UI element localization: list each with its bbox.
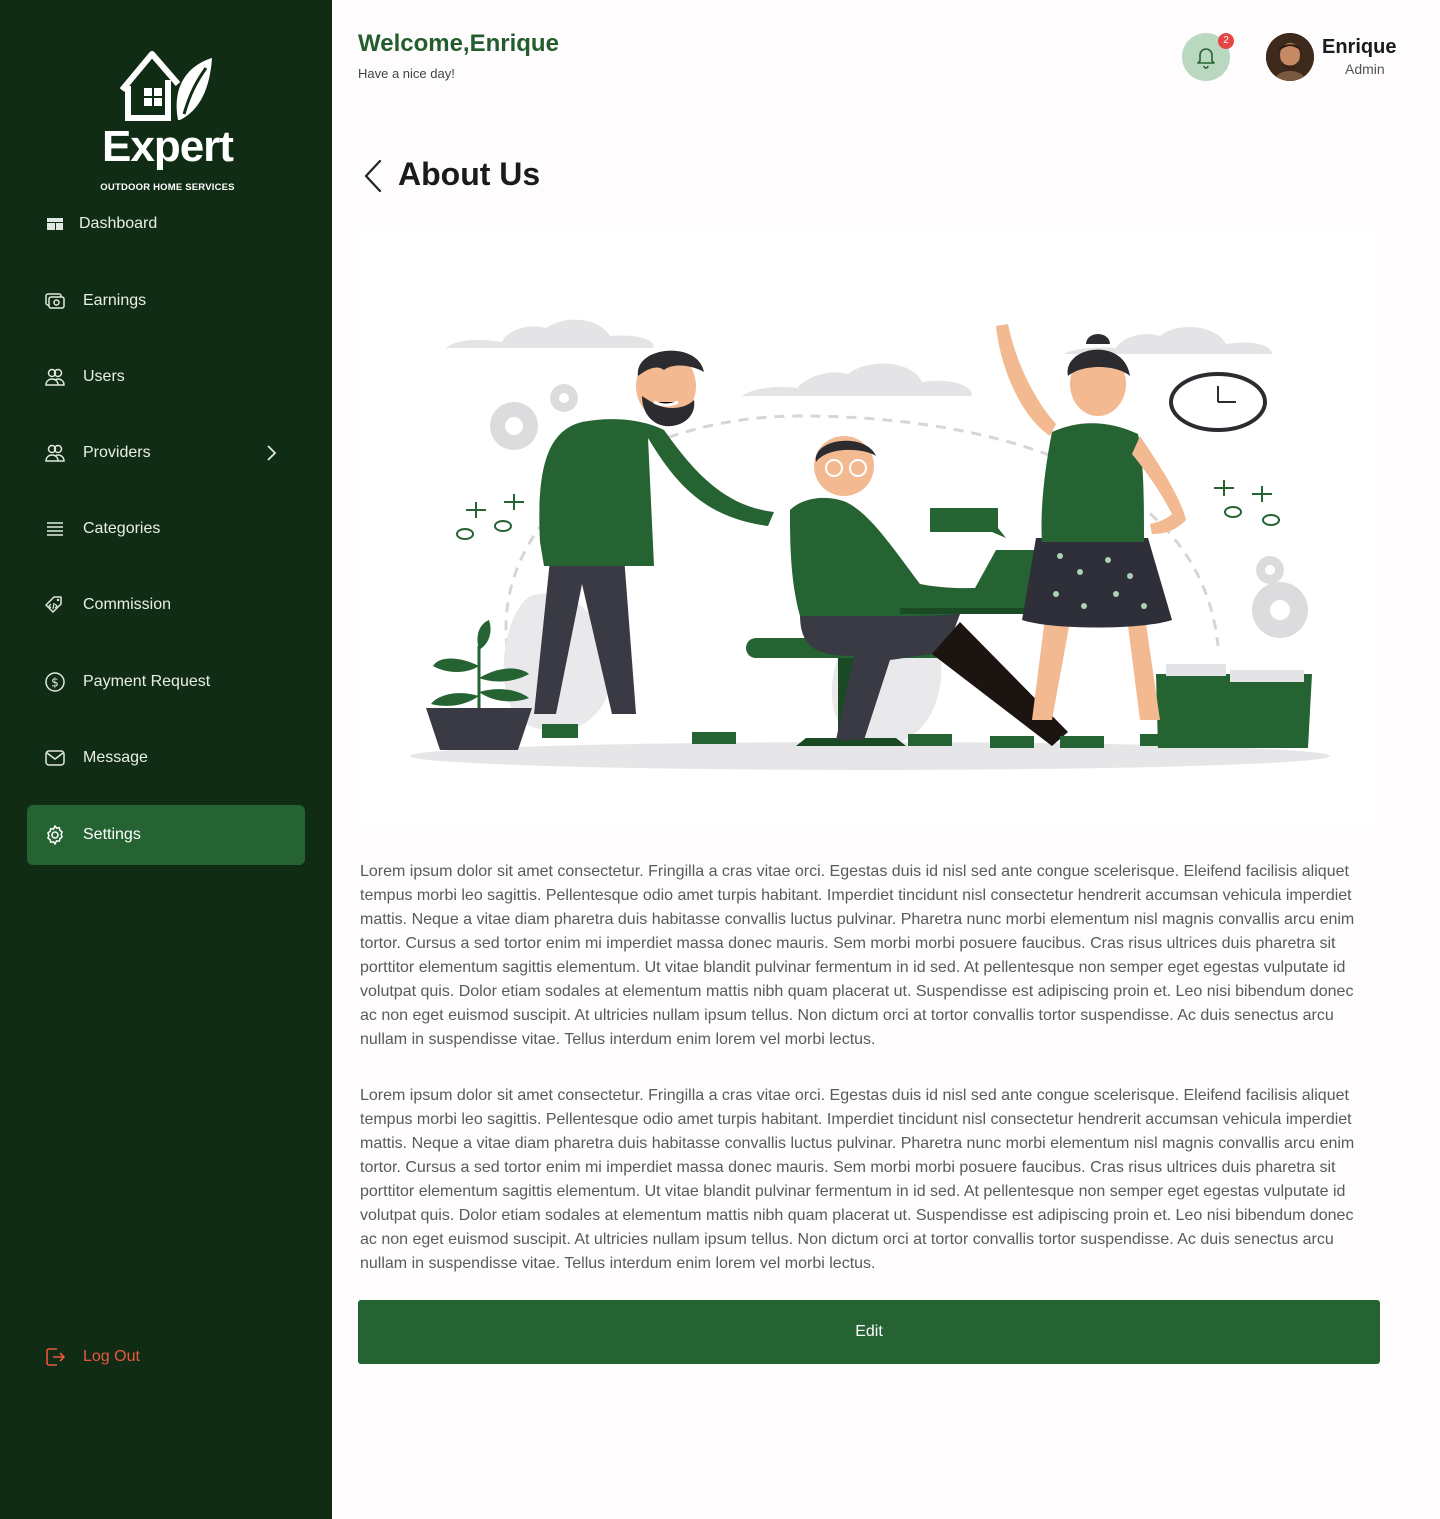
sidebar-item-categories[interactable]: Categories (27, 499, 305, 559)
user-role: Admin (1345, 61, 1385, 77)
page-title: About Us (398, 156, 541, 192)
sidebar-item-message[interactable]: Message (27, 728, 305, 788)
notification-badge: 2 (1218, 33, 1234, 49)
chevron-right-icon (267, 445, 277, 461)
sidebar: Expert OUTDOOR HOME SERVICES Dashboard E… (0, 0, 332, 1519)
sidebar-item-label: Earnings (83, 292, 147, 309)
gear-icon (47, 825, 63, 845)
earnings-icon (45, 293, 65, 309)
welcome-subtitle: Have a nice day! (358, 66, 455, 81)
logout-button[interactable]: Log Out (27, 1327, 305, 1387)
edit-button[interactable]: Edit (358, 1300, 1380, 1364)
sidebar-item-label: Providers (83, 444, 151, 461)
bell-icon (1197, 48, 1215, 69)
user-name: Enrique (1322, 36, 1397, 58)
sidebar-item-label: Categories (83, 520, 161, 537)
sidebar-item-label: Users (83, 368, 125, 385)
sidebar-item-users[interactable]: Users (27, 347, 305, 407)
dollar-circle-icon: $ (45, 672, 65, 692)
sidebar-item-payment-request[interactable]: $ Payment Request (27, 652, 305, 712)
sidebar-item-settings[interactable]: Settings (27, 805, 305, 865)
sidebar-item-label: Dashboard (79, 215, 158, 232)
brand-tagline: OUTDOOR HOME SERVICES (100, 182, 235, 193)
commission-icon (45, 596, 62, 613)
avatar[interactable] (1266, 33, 1314, 81)
brand-name: Expert (102, 122, 234, 171)
dashboard-icon (47, 218, 63, 230)
sidebar-item-providers[interactable]: Providers (27, 423, 305, 483)
logout-label: Log Out (83, 1348, 140, 1365)
sidebar-item-label: Commission (83, 596, 172, 613)
envelope-icon (45, 750, 65, 766)
team-illustration-image (410, 319, 1330, 770)
about-paragraph: Lorem ipsum dolor sit amet consectetur. … (360, 863, 1355, 1048)
brand-logo: Expert OUTDOOR HOME SERVICES (100, 48, 235, 198)
svg-text:$: $ (51, 676, 59, 690)
welcome-heading: Welcome,Enrique (358, 30, 559, 57)
sidebar-item-label: Message (83, 749, 148, 766)
logout-icon (46, 1348, 66, 1366)
providers-icon (45, 444, 65, 462)
sidebar-item-dashboard[interactable]: Dashboard (27, 194, 305, 254)
about-illustration (360, 226, 1376, 826)
back-arrow-icon[interactable] (360, 158, 388, 194)
sidebar-item-commission[interactable]: Commission (27, 575, 305, 635)
categories-icon (47, 522, 63, 536)
about-paragraph: Lorem ipsum dolor sit amet consectetur. … (360, 1087, 1355, 1272)
users-icon (45, 368, 65, 386)
sidebar-item-label: Settings (83, 826, 141, 843)
user-photo-icon (1266, 33, 1314, 81)
house-leaf-icon (119, 51, 212, 121)
sidebar-item-label: Payment Request (83, 673, 211, 690)
sidebar-item-earnings[interactable]: Earnings (27, 271, 305, 331)
